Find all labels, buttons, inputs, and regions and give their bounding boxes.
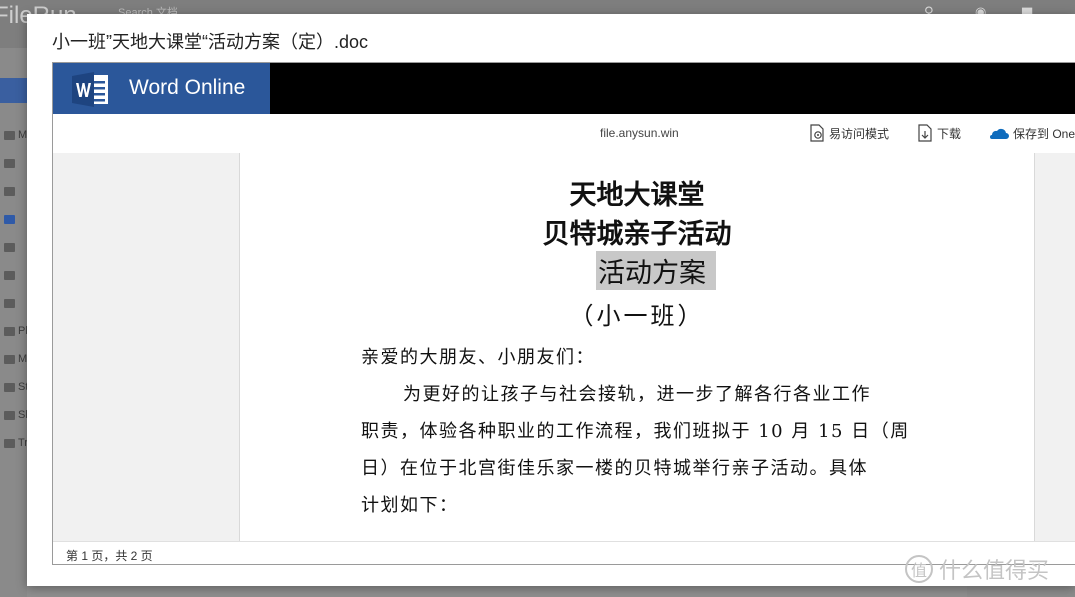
folder-icon [4, 242, 15, 252]
sidebar-item-label: Ph [18, 325, 27, 337]
save-to-onedrive-button[interactable]: 保存到 One [987, 123, 1075, 143]
document-canvas[interactable]: 天地大课堂 贝特城亲子活动 活动方案 （小一班） 亲爱的大朋友、小朋友们： 为更… [53, 153, 1075, 541]
sidebar-item-shared[interactable]: Sh [4, 409, 27, 425]
star-icon [4, 382, 15, 392]
word-logo-icon [72, 72, 108, 107]
sidebar-item-label: St [18, 381, 27, 393]
folder-icon [4, 186, 15, 196]
sidebar-item-label: My [18, 129, 27, 141]
onedrive-cloud-icon [990, 128, 1009, 139]
domain-label: file.anysun.win [600, 126, 679, 140]
accessibility-icon [810, 124, 824, 142]
modal-title: 小一班”天地大课堂“活动方案（定）.doc [52, 32, 369, 52]
document-page[interactable]: 天地大课堂 贝特城亲子活动 活动方案 （小一班） 亲爱的大朋友、小朋友们： 为更… [239, 153, 1035, 541]
page-count: 第 1 页，共 2 页 [66, 549, 153, 563]
download-label: 下载 [937, 126, 962, 141]
folder-icon [4, 270, 15, 280]
folder-icon [4, 298, 15, 308]
word-online-frame: Word Online file.anysun.win 易访问模式 下载 保存到… [52, 62, 1075, 565]
doc-paragraph-line: 职责，体验各种职业的工作流程，我们班拟于 10 月 15 日（周 [361, 421, 910, 442]
sidebar-item-label: Tr [18, 437, 27, 449]
watermark: 值 什么值得买 [905, 553, 1049, 585]
doc-title-line-2: 贝特城亲子活动 [542, 219, 732, 250]
download-icon [918, 124, 932, 142]
sidebar-item-folder[interactable] [4, 297, 27, 313]
preview-modal: 小一班”天地大课堂“活动方案（定）.doc Word Online file.a… [27, 14, 1075, 586]
word-online-header: Word Online [53, 63, 1075, 114]
accessibility-label: 易访问模式 [829, 126, 890, 141]
word-online-label: Word Online [129, 76, 246, 99]
doc-greeting: 亲爱的大朋友、小朋友们： [361, 347, 595, 368]
doc-paragraph-line: 日）在位于北宫街佳乐家一楼的贝特城举行亲子活动。具体 [361, 458, 868, 479]
trash-icon [4, 438, 15, 448]
share-icon [4, 410, 15, 420]
sidebar-item-folder[interactable] [4, 185, 27, 201]
music-icon [4, 354, 15, 364]
doc-title-line-4: （小一班） [569, 302, 705, 330]
sidebar-item-folder[interactable] [4, 269, 27, 285]
photos-icon [4, 326, 15, 336]
doc-paragraph-line: 计划如下： [361, 495, 459, 516]
sidebar-item-music[interactable]: Mu [4, 353, 27, 369]
save-onedrive-label: 保存到 One [1013, 126, 1075, 141]
sidebar-item-folder[interactable] [4, 157, 27, 173]
folder-icon [4, 214, 15, 224]
sidebar-item-label: Mu [18, 353, 27, 365]
doc-title-line-1: 天地大课堂 [569, 180, 705, 211]
sidebar-item-folder[interactable] [4, 241, 27, 257]
accessibility-mode-button[interactable]: 易访问模式 [809, 123, 889, 143]
doc-title-line-3-selected: 活动方案 [596, 251, 716, 290]
watermark-logo-icon: 值 [905, 555, 933, 583]
watermark-text: 什么值得买 [939, 559, 1050, 584]
doc-paragraph-line: 为更好的让孩子与社会接轨，进一步了解各行各业工作 [403, 384, 871, 405]
word-online-brand[interactable]: Word Online [53, 63, 270, 114]
sidebar-active-item[interactable] [0, 78, 27, 103]
download-button[interactable]: 下载 [917, 123, 961, 143]
folder-icon [4, 130, 15, 140]
sidebar-item-folder-active[interactable] [4, 213, 27, 229]
folder-icon [4, 158, 15, 168]
sidebar-item-trash[interactable]: Tr [4, 437, 27, 453]
word-toolbar: file.anysun.win 易访问模式 下载 保存到 One [53, 114, 1075, 153]
sidebar-item-label: Sh [18, 409, 27, 421]
sidebar-item-my-files[interactable]: My [4, 129, 27, 145]
sidebar-item-starred[interactable]: St [4, 381, 27, 397]
sidebar-item-photos[interactable]: Ph [4, 325, 27, 341]
